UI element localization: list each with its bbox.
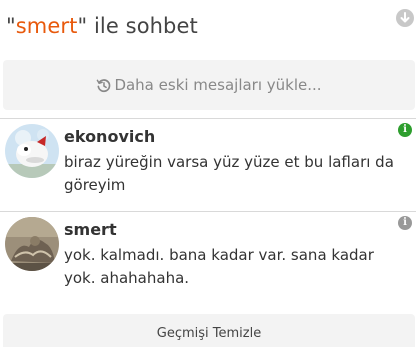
title-prefix: " (6, 14, 16, 38)
collapse-icon[interactable] (396, 9, 414, 27)
message-text: biraz yüreğin varsa yüz yüze et bu lafla… (64, 153, 394, 194)
load-older-messages-button[interactable]: Daha eski mesajları yükle... (3, 60, 415, 110)
avatar[interactable] (5, 217, 59, 271)
info-icon[interactable]: i (398, 123, 412, 137)
chat-panel: "smert" ile sohbet Daha eski mesajları y… (0, 0, 420, 347)
load-older-label: Daha eski mesajları yükle... (114, 76, 322, 94)
info-icon[interactable]: i (398, 216, 412, 230)
history-icon (96, 78, 111, 93)
message-username[interactable]: ekonovich (64, 127, 155, 146)
message-item: ekonovich i biraz yüreğin varsa yüz yüze… (0, 118, 416, 211)
chat-partner-name[interactable]: smert (16, 14, 78, 38)
avatar[interactable] (5, 124, 59, 178)
message-item: smert i yok. kalmadı. bana kadar var. sa… (0, 211, 416, 307)
message-text: yok. kalmadı. bana kadar var. sana kadar… (64, 246, 374, 287)
message-username[interactable]: smert (64, 220, 117, 239)
chat-title: "smert" ile sohbet (6, 14, 198, 38)
title-suffix: " ile sohbet (77, 14, 198, 38)
clear-history-button[interactable]: Geçmişi Temizle (3, 314, 415, 347)
